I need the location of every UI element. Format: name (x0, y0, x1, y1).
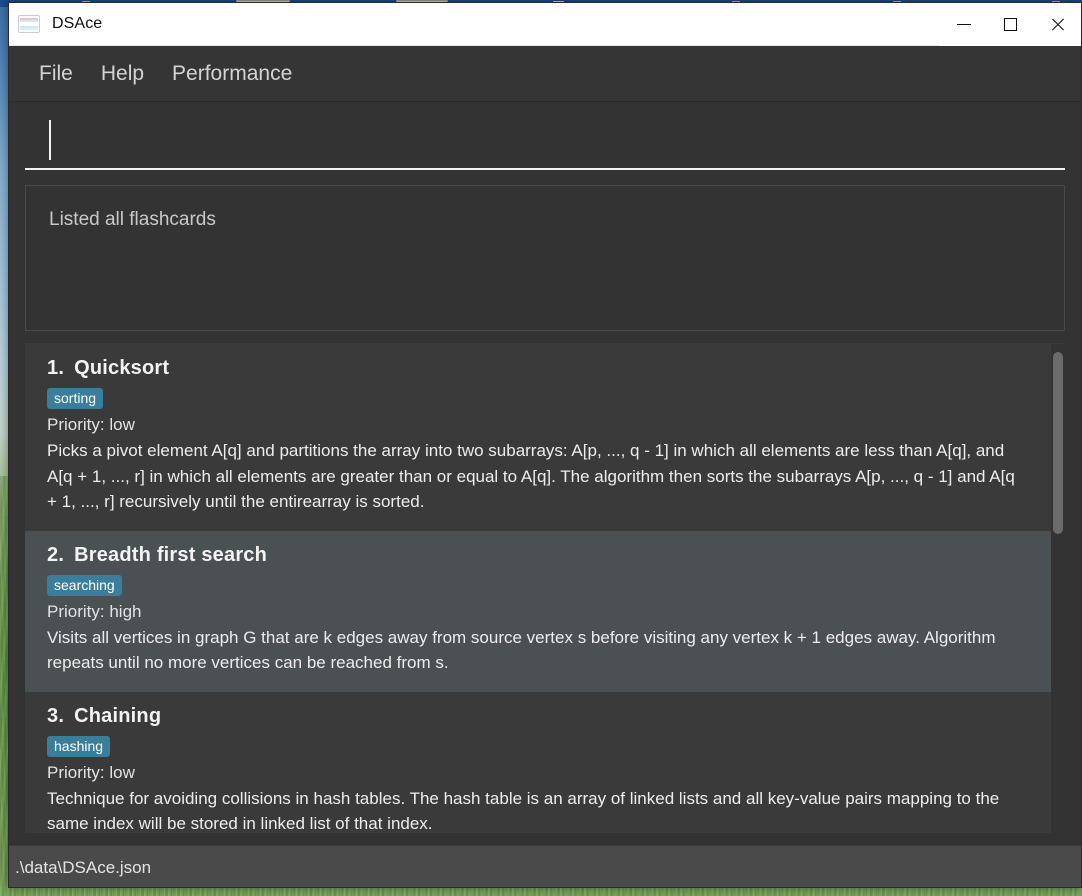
flashcard-title-row: 1. Quicksort (47, 357, 1029, 380)
flashcard-tag-badge[interactable]: sorting (47, 388, 104, 409)
list-scrollbar-track[interactable] (1051, 344, 1065, 833)
minimize-icon (956, 23, 971, 25)
close-icon (1050, 17, 1065, 32)
flashcard-tag-badge[interactable]: hashing (47, 735, 111, 757)
flashcard-tag-badge[interactable]: searching (47, 574, 122, 596)
menu-item-file[interactable]: File (25, 59, 87, 89)
flashcard-item[interactable]: 2. Breadth first search searching Priorit… (25, 530, 1051, 692)
command-input-wrapper (25, 102, 1065, 174)
menu-item-performance[interactable]: Performance (158, 59, 306, 89)
main-content: Listed all flashcards 1. Quicksort sortin… (9, 102, 1081, 887)
flashcard-title: Chaining (74, 704, 162, 727)
flashcard-item[interactable]: 1. Quicksort sorting Priority: low Picks … (25, 344, 1051, 531)
flashcard-stack-icon (18, 15, 40, 33)
minimize-button[interactable] (940, 3, 987, 46)
flashcard-description: Technique for avoiding collisions in has… (47, 788, 1000, 834)
title-bar[interactable]: DSAce (9, 3, 1081, 46)
flashcard-priority: Priority: low (47, 762, 135, 782)
maximize-icon (1004, 17, 1017, 31)
status-message-text: Listed all flashcards (49, 209, 216, 230)
list-scrollbar-thumb[interactable] (1053, 352, 1063, 534)
close-button[interactable] (1034, 3, 1081, 46)
menu-bar: File Help Performance (9, 46, 1081, 102)
maximize-button[interactable] (987, 3, 1034, 46)
flashcard-title: Quicksort (74, 357, 170, 379)
status-bar: .\data\DSAce.json (9, 845, 1081, 887)
flashcard-description: Visits all vertices in graph G that are … (47, 627, 996, 673)
flashcard-index: 1. (47, 357, 65, 379)
flashcard-index: 3. (47, 704, 65, 727)
flashcard-title-row: 3. Chaining (47, 705, 1029, 728)
flashcard-priority: Priority: high (47, 601, 142, 621)
flashcard-item[interactable]: 3. Chaining hashing Priority: low Techniq… (25, 691, 1051, 834)
status-message-panel: Listed all flashcards (25, 185, 1065, 331)
flashcard-list-scroll-area[interactable]: 1. Quicksort sorting Priority: low Picks … (25, 344, 1051, 833)
text-caret (49, 120, 51, 160)
flashcard-title: Breadth first search (74, 543, 268, 566)
status-bar-file-path: .\data\DSAce.json (15, 857, 152, 877)
flashcard-list-panel: 1. Quicksort sorting Priority: low Picks … (25, 343, 1065, 833)
window-controls (940, 3, 1081, 46)
flashcard-description: Picks a pivot element A[q] and partition… (47, 441, 1015, 511)
flashcard-index: 2. (47, 543, 65, 566)
menu-item-help[interactable]: Help (87, 59, 158, 89)
flashcard-title-row: 2. Breadth first search (47, 544, 1029, 567)
command-input[interactable] (25, 112, 1065, 170)
flashcard-priority: Priority: low (47, 415, 135, 434)
window-title: DSAce (52, 15, 103, 32)
application-window: DSAce File Help Performance Listed all f… (8, 2, 1082, 888)
